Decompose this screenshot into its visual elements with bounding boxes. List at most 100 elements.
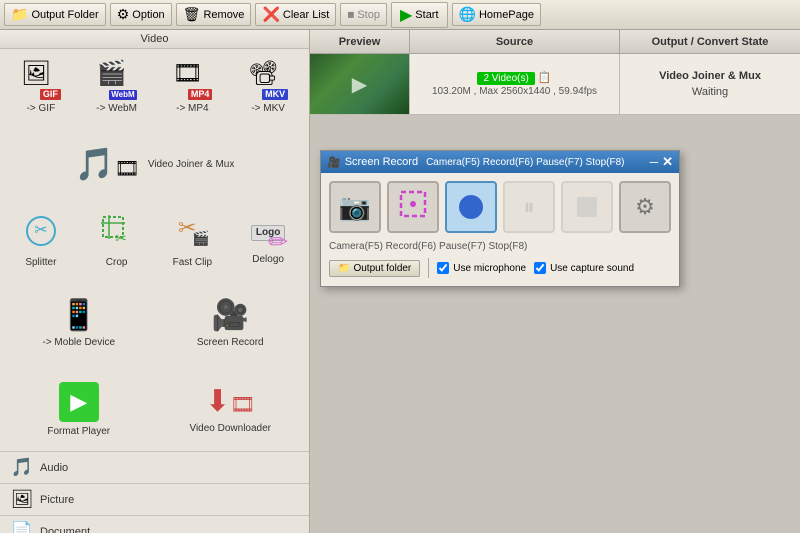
- separator: [428, 258, 429, 278]
- dialog-icon-buttons: 📷: [329, 181, 671, 233]
- use-capture-sound-checkbox[interactable]: [534, 262, 546, 274]
- document-icon: 📄: [10, 521, 34, 533]
- output-folder-dialog-button[interactable]: 📁 Output folder: [329, 260, 420, 277]
- svg-text:✂: ✂: [115, 230, 127, 246]
- dialog-titlebar: 🎥 Screen Record Camera(F5) Record(F6) Pa…: [321, 151, 679, 173]
- mkv-icon: MKV 📽: [248, 62, 288, 100]
- dialog-body: 📷: [321, 173, 679, 286]
- format-player-label: Format Player: [47, 426, 110, 437]
- dialog-close-button[interactable]: ✕: [662, 154, 673, 170]
- table-row: 2 Video(s) 📋 103.20M , Max 2560x1440 , 5…: [310, 54, 800, 115]
- option-button[interactable]: ⚙ Option: [110, 3, 172, 26]
- preview-header: Preview: [310, 30, 410, 53]
- file-icon: 📋: [538, 71, 552, 84]
- sidebar: Video GIF 🖼 -> GIF WebM 🎬: [0, 30, 310, 533]
- pause-icon: ⏸: [523, 194, 534, 220]
- mkv-label: -> MKV: [251, 103, 285, 114]
- stop-dialog-button[interactable]: [561, 181, 613, 233]
- output-state-header: Output / Convert State: [620, 30, 800, 53]
- gif-label: -> GIF: [27, 103, 56, 114]
- screen-record-sidebar-item[interactable]: 🎥 Screen Record: [156, 283, 306, 363]
- select-region-icon: [398, 189, 428, 226]
- source-cell: 2 Video(s) 📋 103.20M , Max 2560x1440 , 5…: [410, 54, 620, 114]
- document-nav-item[interactable]: 📄 Document: [0, 515, 309, 533]
- crop-label: Crop: [106, 257, 128, 268]
- document-label: Document: [40, 526, 90, 533]
- dialog-minimize-button[interactable]: ─: [650, 155, 659, 169]
- mobile-screen-grid: 📱 -> Moble Device 🎥 Screen Record: [0, 279, 309, 365]
- homepage-button[interactable]: 🌐 HomePage: [452, 3, 541, 26]
- camera-button[interactable]: 📷: [329, 181, 381, 233]
- mobile-device-item[interactable]: 📱 -> Moble Device: [4, 283, 154, 363]
- start-button[interactable]: ▶ Start: [391, 2, 448, 28]
- webm-icon: WebM 🎬: [97, 62, 137, 100]
- fast-clip-item[interactable]: ✂ 🎬 Fast Clip: [156, 205, 230, 275]
- use-capture-sound-checkbox-label[interactable]: Use capture sound: [534, 262, 634, 274]
- clear-list-button[interactable]: ❌ Clear List: [255, 3, 336, 26]
- output-state-cell: Video Joiner & Mux Waiting: [620, 54, 800, 114]
- dialog-subtitle-titlebar: Camera(F5) Record(F6) Pause(F7) Stop(F8): [426, 157, 624, 168]
- use-microphone-checkbox[interactable]: [437, 262, 449, 274]
- svg-text:✂: ✂: [34, 222, 47, 239]
- dialog-title-left: 🎥 Screen Record Camera(F5) Record(F6) Pa…: [327, 156, 624, 169]
- dialog-icon: 🎥: [327, 156, 341, 169]
- pause-button[interactable]: ⏸: [503, 181, 555, 233]
- video-format-grid: GIF 🖼 -> GIF WebM 🎬 -> WebM: [0, 49, 309, 127]
- audio-nav-item[interactable]: 🎵 Audio: [0, 451, 309, 483]
- mobile-device-icon: 📱: [60, 298, 97, 333]
- dialog-footer-subtitle: Camera(F5) Record(F6) Pause(F7) Stop(F8): [329, 241, 527, 252]
- source-badge: 2 Video(s): [477, 72, 534, 84]
- source-header: Source: [410, 30, 620, 53]
- webm-item[interactable]: WebM 🎬 -> WebM: [80, 53, 154, 123]
- preview-thumbnail: [310, 54, 409, 114]
- start-icon: ▶: [400, 5, 412, 25]
- video-joiner-item[interactable]: 🎵🎞 Video Joiner & Mux: [4, 129, 305, 199]
- crop-item[interactable]: ✂ Crop: [80, 205, 154, 275]
- splitter-label: Splitter: [25, 257, 56, 268]
- camera-icon: 📷: [339, 192, 371, 223]
- output-state-value: Video Joiner & Mux: [659, 70, 761, 82]
- stop-square-icon: [577, 197, 597, 217]
- svg-text:🎬: 🎬: [192, 230, 209, 247]
- video-section-header: Video: [0, 30, 309, 49]
- edit-tools-grid: ✂ Splitter ✂ Crop: [0, 201, 309, 279]
- mp4-item[interactable]: MP4 🎞 -> MP4: [156, 53, 230, 123]
- splitter-icon: ✂: [23, 213, 59, 254]
- gif-icon: GIF 🖼: [21, 62, 61, 100]
- content-header: Preview Source Output / Convert State: [310, 30, 800, 54]
- stop-button[interactable]: ⏹ Stop: [340, 3, 387, 26]
- use-microphone-checkbox-label[interactable]: Use microphone: [437, 262, 526, 274]
- mkv-item[interactable]: MKV 📽 -> MKV: [231, 53, 305, 123]
- audio-label: Audio: [40, 462, 68, 474]
- mp4-label: -> MP4: [176, 103, 209, 114]
- video-downloader-icon: ⬇🎞: [205, 384, 256, 419]
- gif-item[interactable]: GIF 🖼 -> GIF: [4, 53, 78, 123]
- settings-icon: ⚙: [635, 194, 655, 220]
- video-count-badge: 2 Video(s): [477, 72, 534, 85]
- format-player-item[interactable]: ▶ Format Player: [4, 369, 154, 449]
- output-folder-button[interactable]: 📁 Output Folder: [4, 3, 106, 26]
- dialog-options-row: 📁 Output folder Use microphone Use captu…: [329, 258, 671, 278]
- video-downloader-label: Video Downloader: [189, 423, 271, 434]
- content-area: Preview Source Output / Convert State 2 …: [310, 30, 800, 533]
- video-joiner-label: Video Joiner & Mux: [148, 159, 235, 170]
- crop-icon: ✂: [99, 213, 135, 254]
- source-detail: 103.20M , Max 2560x1440 , 59.94fps: [432, 86, 597, 97]
- preview-cell: [310, 54, 410, 114]
- settings-button[interactable]: ⚙: [619, 181, 671, 233]
- picture-nav-item[interactable]: 🖼 Picture: [0, 483, 309, 515]
- fast-clip-icon: ✂ 🎬: [174, 213, 210, 254]
- toolbar: 📁 Output Folder ⚙ Option 🗑 Remove ❌ Clea…: [0, 0, 800, 30]
- select-region-button[interactable]: [387, 181, 439, 233]
- splitter-item[interactable]: ✂ Splitter: [4, 205, 78, 275]
- mp4-icon: MP4 🎞: [172, 62, 212, 100]
- video-joiner-icon: 🎵🎞: [75, 145, 140, 183]
- record-button[interactable]: [445, 181, 497, 233]
- record-dot-icon: [459, 195, 483, 219]
- screen-record-sidebar-icon: 🎥: [212, 298, 249, 333]
- delogo-item[interactable]: Logo ✏ Delogo: [231, 205, 305, 275]
- home-icon: 🌐: [459, 6, 476, 23]
- video-downloader-item[interactable]: ⬇🎞 Video Downloader: [156, 369, 306, 449]
- remove-button[interactable]: 🗑 Remove: [176, 3, 252, 26]
- webm-label: -> WebM: [96, 103, 137, 114]
